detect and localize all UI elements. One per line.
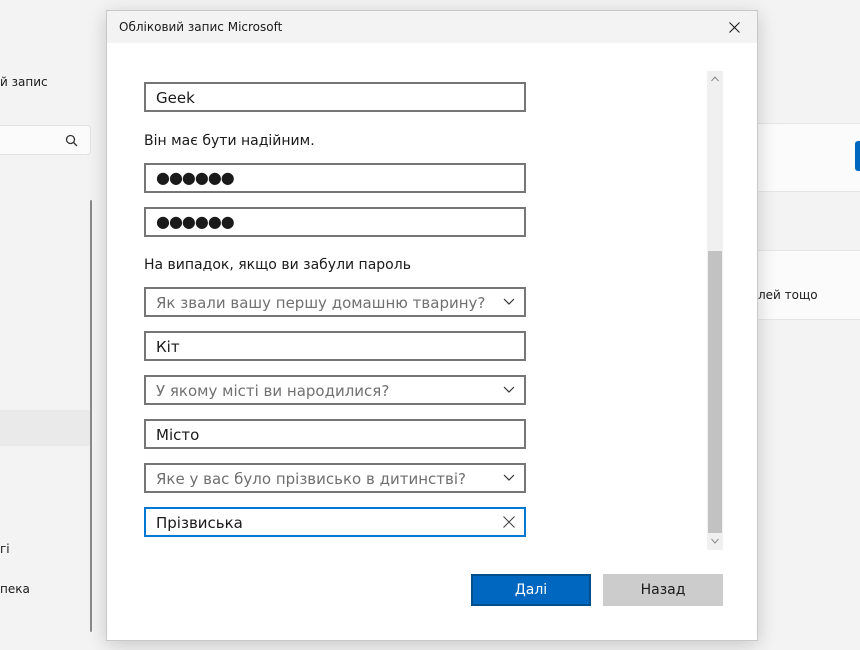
security-question-2-select[interactable]: У якому місті ви народилися?: [144, 375, 526, 405]
dialog-title: Обліковий запис Microsoft: [119, 20, 283, 34]
confirm-password-field[interactable]: ●●●●●●: [144, 207, 526, 237]
answer-3-value: Прізвиська: [156, 514, 243, 532]
answer-1-field[interactable]: Кіт: [144, 331, 526, 361]
security-heading: На випадок, якщо ви забули пароль: [144, 257, 411, 273]
answer-1-value: Кіт: [156, 338, 180, 356]
confirm-password-value: ●●●●●●: [156, 212, 235, 231]
chevron-down-icon: [503, 386, 515, 393]
account-label: й запис: [0, 75, 48, 89]
chevron-down-icon: [503, 474, 515, 481]
sidebar-item-1[interactable]: гі: [0, 542, 10, 556]
clear-icon[interactable]: [503, 516, 515, 528]
chevron-down-icon: [503, 298, 515, 305]
back-button[interactable]: Назад: [603, 574, 723, 606]
accent-button[interactable]: [855, 141, 860, 171]
settings-card-top: [758, 123, 860, 192]
dialog-scrollbar[interactable]: [707, 71, 723, 550]
close-icon: [728, 21, 740, 33]
scrollbar-thumb[interactable]: [708, 251, 722, 533]
name-value: Geek: [156, 89, 195, 107]
security-question-1: Як звали вашу першу домашню тварину?: [156, 294, 486, 312]
settings-search-box[interactable]: [0, 125, 91, 155]
security-question-3: Яке у вас було прізвисько в дитинстві?: [156, 470, 466, 488]
security-question-1-select[interactable]: Як звали вашу першу домашню тварину?: [144, 287, 526, 317]
title-bar: Обліковий запис Microsoft: [107, 11, 757, 43]
scroll-up-arrow-icon[interactable]: [711, 76, 719, 82]
security-question-3-select[interactable]: Яке у вас було прізвисько в дитинстві?: [144, 463, 526, 493]
next-button[interactable]: Далі: [471, 574, 591, 606]
password-field[interactable]: ●●●●●●: [144, 163, 526, 193]
security-question-2: У якому місті ви народилися?: [156, 382, 390, 400]
password-value: ●●●●●●: [156, 168, 235, 187]
close-button[interactable]: [711, 11, 757, 43]
answer-2-value: Місто: [156, 426, 200, 444]
answer-3-field[interactable]: Прізвиська: [144, 507, 526, 537]
settings-card-notify: [758, 250, 860, 320]
scroll-down-arrow-icon[interactable]: [711, 538, 719, 544]
microsoft-account-dialog: Обліковий запис Microsoft Geek Він має б…: [106, 10, 758, 641]
password-hint: Він має бути надійним.: [144, 133, 315, 149]
answer-2-field[interactable]: Місто: [144, 419, 526, 449]
notify-text: лей тощо: [758, 288, 818, 302]
sidebar-item-2[interactable]: пека: [0, 582, 30, 596]
search-icon: [65, 134, 78, 147]
sidebar-scrollbar[interactable]: [90, 200, 92, 632]
sidebar-selected-item[interactable]: [0, 410, 91, 446]
name-field[interactable]: Geek: [144, 82, 526, 112]
